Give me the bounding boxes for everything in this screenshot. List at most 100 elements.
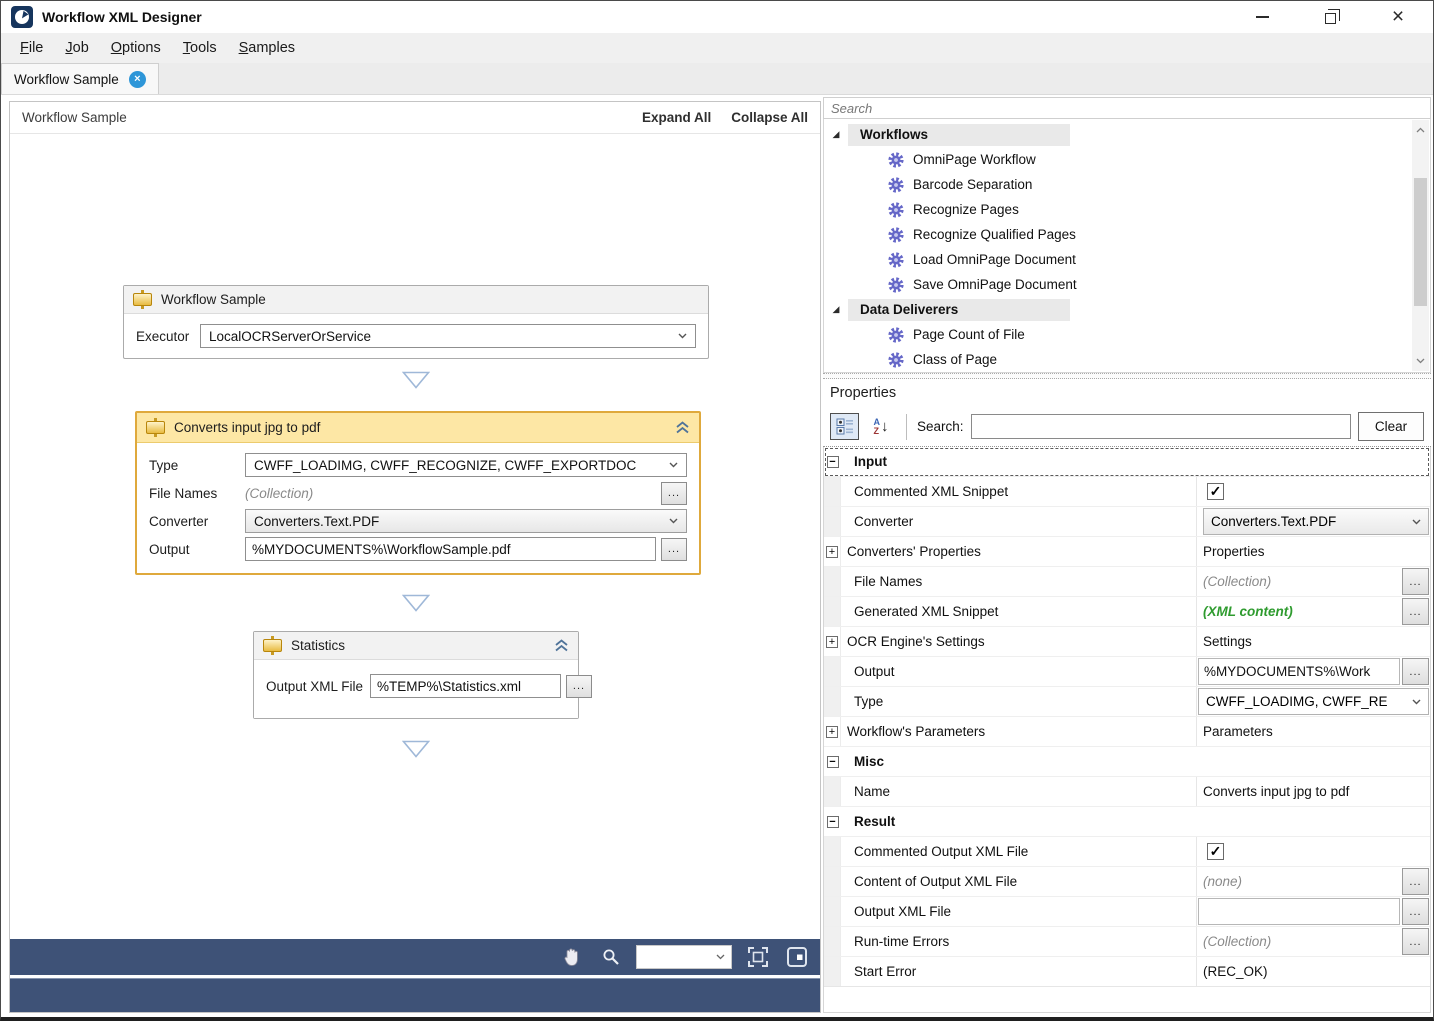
tree-item-save-omnipage-document[interactable]: Save OmniPage Document	[824, 272, 1430, 297]
gear-icon	[888, 152, 904, 168]
property-row-commented-output-xml-file[interactable]: Commented Output XML File	[824, 837, 1430, 867]
output-xml-browse-button[interactable]: ...	[1402, 898, 1429, 925]
node-header[interactable]: Converts input jpg to pdf	[137, 413, 699, 443]
properties-search-input[interactable]	[971, 414, 1351, 439]
minimize-button[interactable]	[1251, 6, 1273, 28]
property-row-type[interactable]: Type CWFF_LOADIMG, CWFF_RE	[824, 687, 1430, 717]
property-row-content-of-output-xml-file[interactable]: Content of Output XML File (none) ...	[824, 867, 1430, 897]
property-row-generated-xml-snippet[interactable]: Generated XML Snippet (XML content) ...	[824, 597, 1430, 627]
statistics-node[interactable]: Statistics Output XML File ...	[253, 631, 579, 719]
convert-step-node[interactable]: Converts input jpg to pdf Type	[135, 411, 701, 575]
node-header[interactable]: Workflow Sample	[124, 286, 708, 314]
type-value-dropdown[interactable]: CWFF_LOADIMG, CWFF_RE	[1198, 688, 1429, 715]
checkbox-checked-icon[interactable]	[1207, 483, 1224, 500]
category-row-input[interactable]: Input	[824, 447, 1430, 477]
tree-item-recognize-pages[interactable]: Recognize Pages	[824, 197, 1430, 222]
node-header[interactable]: Statistics	[254, 632, 578, 660]
canvas-body[interactable]: Workflow Sample Executor LocalOCRServerO…	[10, 134, 820, 939]
close-button[interactable]: ×	[1387, 6, 1409, 28]
clear-search-button[interactable]: Clear	[1358, 412, 1424, 441]
property-row-converter[interactable]: Converter Converters.Text.PDF	[824, 507, 1430, 537]
collapse-category-icon[interactable]	[827, 756, 839, 768]
tree-item-barcode-separation[interactable]: Barcode Separation	[824, 172, 1430, 197]
file-names-browse-button[interactable]: ...	[1402, 568, 1429, 595]
output-xml-browse-button[interactable]: ...	[566, 675, 592, 698]
scroll-up-icon[interactable]	[1412, 122, 1429, 138]
output-browse-button[interactable]: ...	[661, 538, 687, 561]
overview-strip	[10, 978, 820, 1012]
property-row-converters-properties[interactable]: Converters' Properties Properties	[824, 537, 1430, 567]
zoom-level-dropdown[interactable]	[636, 945, 732, 969]
tree-item-load-omnipage-document[interactable]: Load OmniPage Document	[824, 247, 1430, 272]
output-xml-file-field[interactable]	[1198, 898, 1400, 925]
property-label: OCR Engine's Settings	[841, 627, 1196, 656]
gear-icon	[888, 252, 904, 268]
expand-all-link[interactable]: Expand All	[642, 110, 711, 125]
converter-dropdown[interactable]: Converters.Text.PDF	[245, 509, 687, 533]
property-row-file-names[interactable]: File Names (Collection) ...	[824, 567, 1430, 597]
tab-workflow-sample[interactable]: Workflow Sample ×	[1, 63, 159, 94]
property-row-start-error[interactable]: Start Error (REC_OK)	[824, 957, 1430, 987]
converter-value-dropdown[interactable]: Converters.Text.PDF	[1203, 508, 1429, 535]
category-row-misc[interactable]: Misc	[824, 747, 1430, 777]
tree-scrollbar[interactable]	[1412, 120, 1429, 371]
checkbox-checked-icon[interactable]	[1207, 843, 1224, 860]
categorized-view-button[interactable]	[830, 413, 859, 440]
collapse-node-button[interactable]	[675, 421, 690, 434]
library-search-input[interactable]	[823, 97, 1431, 119]
expand-property-icon[interactable]	[826, 546, 838, 558]
expand-property-icon[interactable]	[826, 726, 838, 738]
content-browse-button[interactable]: ...	[1402, 868, 1429, 895]
tree-item-recognize-qualified-pages[interactable]: Recognize Qualified Pages	[824, 222, 1430, 247]
collapse-all-link[interactable]: Collapse All	[731, 110, 808, 125]
alphabetical-sort-button[interactable]: AZ ↓	[866, 413, 896, 440]
overview-toggle-button[interactable]	[783, 944, 810, 970]
pan-tool-button[interactable]	[558, 944, 585, 970]
tree-item-page-count-of-file[interactable]: Page Count of File	[824, 322, 1430, 347]
type-dropdown[interactable]: CWFF_LOADIMG, CWFF_RECOGNIZE, CWFF_EXPOR…	[245, 453, 687, 477]
tree-expanded-icon[interactable]	[824, 129, 848, 140]
workflow-root-node[interactable]: Workflow Sample Executor LocalOCRServerO…	[123, 285, 709, 359]
property-row-run-time-errors[interactable]: Run-time Errors (Collection) ...	[824, 927, 1430, 957]
property-row-workflows-parameters[interactable]: Workflow's Parameters Parameters	[824, 717, 1430, 747]
expand-property-icon[interactable]	[826, 636, 838, 648]
collapse-category-icon[interactable]	[827, 816, 839, 828]
canvas-title: Workflow Sample	[22, 110, 127, 125]
xml-snippet-browse-button[interactable]: ...	[1402, 598, 1429, 625]
output-xml-file-field[interactable]	[370, 674, 561, 698]
output-browse-button[interactable]: ...	[1402, 658, 1429, 685]
collapse-node-button[interactable]	[554, 639, 569, 652]
errors-browse-button[interactable]: ...	[1402, 928, 1429, 955]
tree-category-data-deliverers[interactable]: Data Deliverers	[824, 297, 1430, 322]
node-title: Statistics	[291, 638, 345, 653]
zoom-tool-button[interactable]	[597, 944, 624, 970]
tree-item-class-of-page[interactable]: Class of Page	[824, 347, 1430, 372]
property-row-commented-xml-snippet[interactable]: Commented XML Snippet	[824, 477, 1430, 507]
scroll-down-icon[interactable]	[1412, 353, 1429, 369]
tree-expanded-icon[interactable]	[824, 304, 848, 315]
property-row-output-xml-file[interactable]: Output XML File ...	[824, 897, 1430, 927]
menu-job[interactable]: Job	[54, 36, 99, 60]
menu-samples[interactable]: Samples	[228, 36, 306, 60]
file-names-browse-button[interactable]: ...	[661, 482, 687, 505]
converter-label: Converter	[149, 514, 245, 529]
property-row-ocr-engine-settings[interactable]: OCR Engine's Settings Settings	[824, 627, 1430, 657]
menu-options[interactable]: Options	[100, 36, 172, 60]
tree-item-label: Save OmniPage Document	[913, 277, 1077, 292]
scrollbar-thumb[interactable]	[1414, 178, 1427, 306]
property-row-name[interactable]: Name Converts input jpg to pdf	[824, 777, 1430, 807]
property-value: Converts input jpg to pdf	[1203, 784, 1349, 799]
category-row-result[interactable]: Result	[824, 807, 1430, 837]
output-value-field[interactable]	[1198, 658, 1400, 685]
tree-category-workflows[interactable]: Workflows	[824, 122, 1430, 147]
property-row-output[interactable]: Output ...	[824, 657, 1430, 687]
menu-file[interactable]: File	[9, 36, 54, 60]
menu-tools[interactable]: Tools	[172, 36, 228, 60]
tree-item-omnipage-workflow[interactable]: OmniPage Workflow	[824, 147, 1430, 172]
fit-to-screen-button[interactable]	[744, 944, 771, 970]
tab-close-icon[interactable]: ×	[129, 71, 146, 88]
output-field[interactable]	[245, 537, 656, 561]
executor-dropdown[interactable]: LocalOCRServerOrService	[200, 324, 696, 348]
collapse-category-icon[interactable]	[827, 456, 839, 468]
restore-button[interactable]	[1319, 6, 1341, 28]
